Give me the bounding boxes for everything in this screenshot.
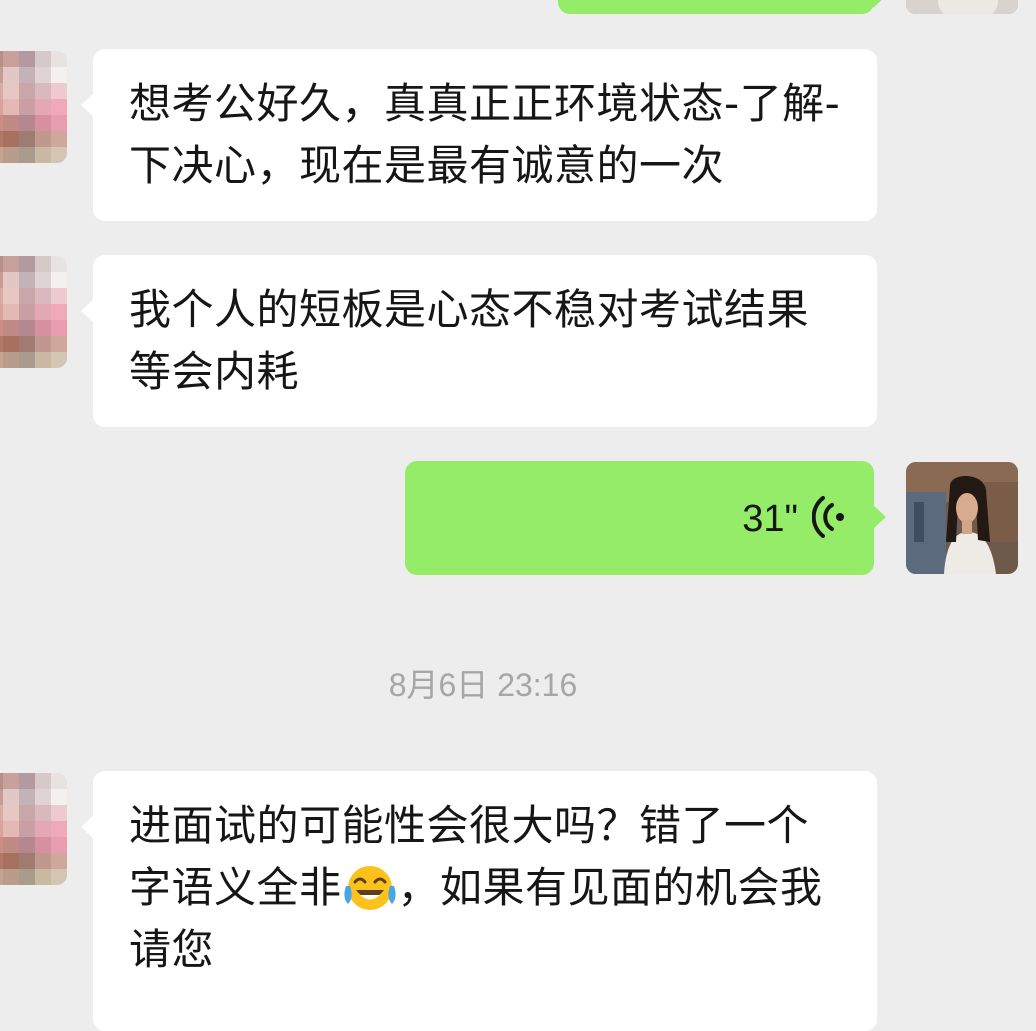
incoming-message-bubble[interactable]: 想考公好久，真真正正环境状态-了解-下决心，现在是最有诚意的一次 [81, 49, 877, 221]
message-text: 想考公好久，真真正正环境状态-了解-下决心，现在是最有诚意的一次 [129, 79, 841, 190]
outgoing-bubble-partial[interactable] [558, 0, 886, 14]
message-text: 我个人的短板是心态不稳对考试结果等会内耗 [129, 285, 810, 396]
chat-timestamp: 8月6日 23:16 [388, 667, 578, 703]
contact-avatar[interactable] [0, 773, 67, 885]
voice-wave-icon [811, 495, 848, 543]
tears-of-joy-emoji [342, 864, 398, 912]
voice-duration: 31" [742, 497, 798, 540]
voice-message-bubble[interactable]: 31" [405, 461, 886, 575]
chat-window[interactable]: 想考公好久，真真正正环境状态-了解-下决心，现在是最有诚意的一次 我个人的短板是… [0, 0, 1036, 1031]
contact-avatar[interactable] [0, 256, 67, 368]
self-avatar-partial[interactable] [906, 0, 1018, 14]
incoming-message-bubble[interactable]: 进面试的可能性会很大吗？错了一个字语义全非 ，如果有见面的机会我请您 [81, 771, 877, 1031]
contact-avatar[interactable] [0, 51, 67, 163]
self-avatar[interactable] [906, 462, 1018, 574]
message-text: 进面试的可能性会很大吗？错了一个字语义全非 ，如果有见面的机会我请您 [129, 795, 847, 981]
incoming-message-bubble[interactable]: 我个人的短板是心态不稳对考试结果等会内耗 [81, 255, 877, 427]
